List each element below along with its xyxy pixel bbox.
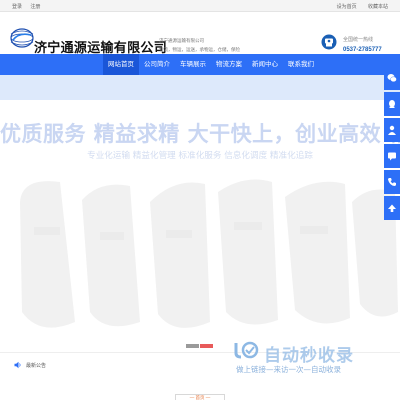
banner-lettering-art [20, 179, 398, 328]
watermark-subtitle: 做上链接—来访一次—自动收录 [236, 365, 341, 374]
watermark-logo-icon [234, 341, 259, 359]
main-nav: 网站首页 公司简介 车辆展示 物流方案 新闻中心 联系我们 [0, 54, 400, 75]
hero-banner[interactable]: 优质服务 精益求精 大干快上，创业高效 精益至明 诚信 专业化运输 精益化管理 … [0, 100, 400, 352]
sidebar-wechat-button[interactable] [384, 66, 400, 90]
sidebar-phone-button[interactable] [384, 170, 400, 194]
slider-dots [186, 344, 213, 348]
hotline-number: 0537-2785777 [343, 47, 382, 53]
set-homepage-link[interactable]: 设为首页 [337, 4, 357, 10]
tagline-line-1: 济宁通源运输有限公司 [159, 38, 204, 43]
back-to-top-icon [388, 204, 396, 212]
company-logo-icon[interactable] [9, 26, 35, 50]
user-icon [388, 125, 396, 135]
sidebar-message-button[interactable] [384, 144, 400, 168]
nav-item-logistics[interactable]: 物流方案 [211, 54, 247, 75]
phone-icon [388, 178, 396, 186]
bottom-section-tab[interactable]: — 首页 — [175, 394, 225, 400]
nav-item-home[interactable]: 网站首页 [103, 54, 139, 75]
header-band [0, 75, 400, 100]
qq-icon [389, 100, 395, 108]
register-link[interactable]: 注册 [30, 4, 40, 10]
phone-hotline-icon [321, 34, 337, 50]
nav-item-news[interactable]: 新闻中心 [247, 54, 283, 75]
slider-dot-1[interactable] [186, 344, 199, 348]
header-tagline: 济宁通源运输有限公司 物流，物运，运送，承物运，仓储，保险 [159, 36, 240, 54]
topbar-left-links: 登录 注册 [12, 3, 47, 10]
nav-list: 网站首页 公司简介 车辆展示 物流方案 新闻中心 联系我们 [103, 54, 319, 75]
login-link[interactable]: 登录 [12, 4, 22, 10]
slider-dot-2[interactable] [200, 344, 213, 348]
wechat-icon [387, 74, 397, 83]
floating-sidebar [384, 66, 400, 222]
top-utility-bar: 登录 注册 设为首页 收藏本站 [0, 0, 400, 12]
notice-label[interactable]: 最新公告 [26, 362, 46, 369]
hotline-label: 全国统一热线 [343, 37, 374, 43]
banner-subline: 专业化运输 精益化管理 标准化服务 信息化调度 精准化追踪 [87, 151, 313, 161]
watermark-title: 自动秒收录 [264, 346, 354, 366]
tagline-line-2: 物流，物运，运送，承物运，仓储，保险 [159, 47, 240, 52]
bookmark-link[interactable]: 收藏本站 [368, 4, 388, 10]
banner-headline: 优质服务 精益求精 大干快上，创业高效 精益至明 诚信 [0, 122, 400, 146]
site-header: 济宁通源运输有限公司 济宁通源运输有限公司 物流，物运，运送，承物运，仓储，保险… [0, 12, 400, 56]
topbar-right-links: 设为首页 收藏本站 [327, 3, 388, 10]
nav-item-vehicles[interactable]: 车辆展示 [175, 54, 211, 75]
sidebar-top-button[interactable] [384, 196, 400, 220]
sidebar-qq-button[interactable] [384, 92, 400, 116]
sidebar-user-button[interactable] [384, 118, 400, 142]
nav-item-about[interactable]: 公司简介 [139, 54, 175, 75]
nav-item-contact[interactable]: 联系我们 [283, 54, 319, 75]
message-icon [388, 152, 396, 161]
speaker-icon [14, 361, 21, 369]
